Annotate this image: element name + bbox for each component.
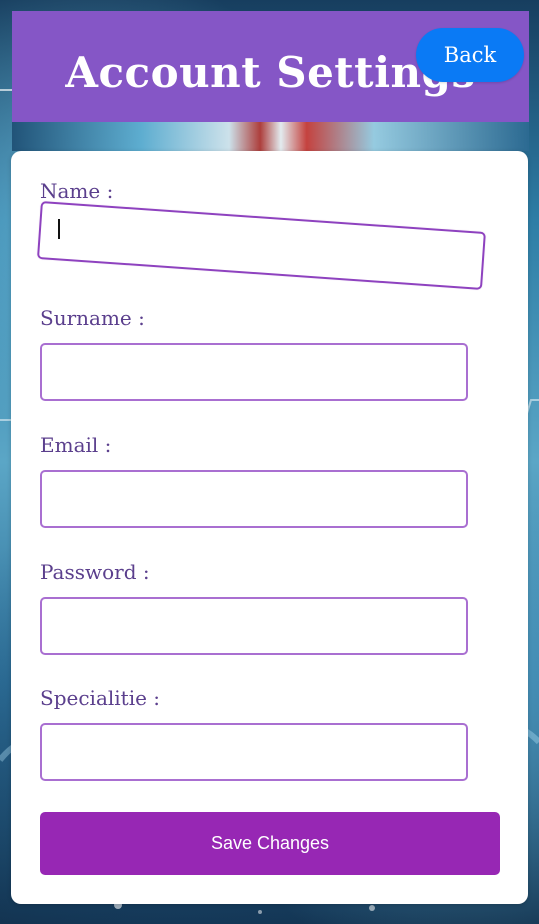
surname-input[interactable] (40, 343, 468, 401)
text-cursor (58, 219, 60, 239)
email-label: Email : (40, 433, 112, 457)
password-input[interactable] (40, 597, 468, 655)
page-header: Account Settings Back (12, 11, 529, 122)
surname-label: Surname : (40, 306, 145, 330)
name-input[interactable] (36, 201, 486, 290)
save-changes-button[interactable]: Save Changes (40, 812, 500, 875)
name-label: Name : (40, 179, 114, 203)
email-input[interactable] (40, 470, 468, 528)
password-label: Password : (40, 560, 150, 584)
back-button[interactable]: Back (416, 28, 524, 82)
account-settings-form-card: Name : Surname : Email : Password : Spec… (11, 151, 528, 904)
speciality-label: Specialitie : (40, 686, 161, 710)
speciality-input[interactable] (40, 723, 468, 781)
header-image-strip (12, 122, 529, 151)
background-dot (258, 910, 262, 914)
background-dot (369, 905, 375, 911)
